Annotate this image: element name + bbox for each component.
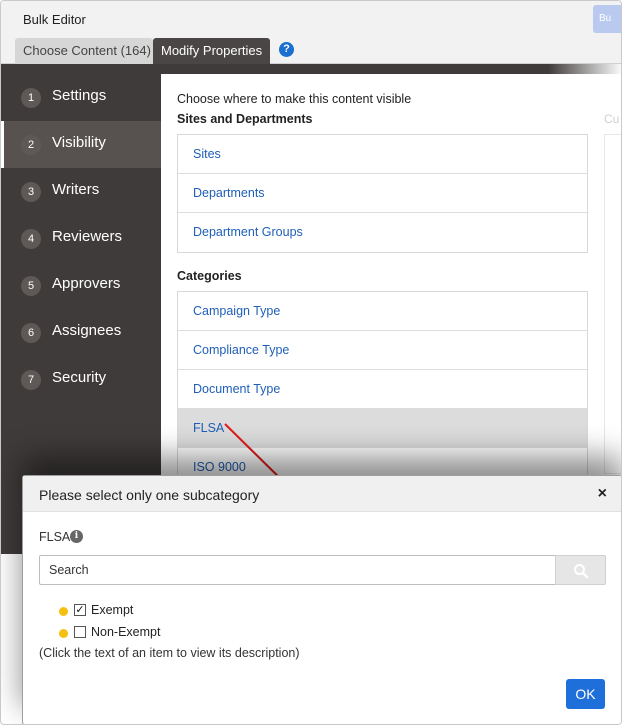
category-flsa[interactable]: FLSA [178,409,587,448]
tab-modify-properties[interactable]: Modify Properties [153,38,270,64]
visibility-panel: Choose where to make this content visibl… [161,74,621,474]
tab-choose-content[interactable]: Choose Content (164) [15,38,153,64]
sidebar-item-reviewers[interactable]: 4 Reviewers [1,215,161,262]
sidebar-item-visibility[interactable]: 2 Visibility [1,121,161,168]
exempt-label[interactable]: Exempt [91,603,133,617]
sidebar-item-assignees[interactable]: 6 Assignees [1,309,161,356]
search-button[interactable] [555,555,606,585]
hint-text: (Click the text of an item to view its d… [39,646,300,660]
sidebar-item-label: Approvers [52,275,121,292]
dialog-header: Please select only one subcategory × [23,476,621,512]
close-icon[interactable]: × [598,485,607,503]
sites-list: Sites Departments Department Groups [177,134,588,253]
ok-button[interactable]: OK [566,679,605,709]
corner-button[interactable]: Bu [593,5,621,33]
sidebar-item-label: Visibility [52,134,106,151]
window-title: Bulk Editor [23,12,86,27]
info-icon[interactable]: i [70,530,83,543]
title-bar: Bulk Editor Bu Choose Content (164) Modi… [1,1,621,64]
header-strip [1,64,621,74]
dialog-title: Please select only one subcategory [39,487,260,503]
step-number-badge: 7 [21,370,41,390]
sites-heading: Sites and Departments [177,112,313,126]
search-input[interactable] [39,555,556,585]
intro-text: Choose where to make this content visibl… [177,92,412,106]
status-dot [59,607,68,616]
category-campaign-type[interactable]: Campaign Type [178,292,587,331]
sites-link[interactable]: Sites [178,135,587,174]
step-number-badge: 1 [21,88,41,108]
sidebar-item-label: Writers [52,181,100,198]
categories-list: Campaign Type Compliance Type Document T… [177,291,588,474]
right-column-panel [604,134,621,474]
non-exempt-label[interactable]: Non-Exempt [91,625,160,639]
departments-link[interactable]: Departments [178,174,587,213]
sidebar-item-label: Assignees [52,322,122,339]
sidebar-item-security[interactable]: 7 Security [1,356,161,403]
sidebar-item-label: Settings [52,87,107,104]
search-icon [574,564,589,579]
department-groups-link[interactable]: Department Groups [178,213,587,252]
category-compliance-type[interactable]: Compliance Type [178,331,587,370]
right-column-label: Cu [604,112,620,126]
step-number-badge: 4 [21,229,41,249]
sidebar-item-settings[interactable]: 1 Settings [1,74,161,121]
category-iso-9000[interactable]: ISO 9000 [178,448,587,474]
exempt-checkbox[interactable]: ✓ [74,604,86,616]
field-label: FLSA [39,530,71,544]
sidebar-item-approvers[interactable]: 5 Approvers [1,262,161,309]
bulk-editor-window: Bulk Editor Bu Choose Content (164) Modi… [0,0,622,725]
sidebar-item-label: Security [52,369,107,386]
sidebar-item-writers[interactable]: 3 Writers [1,168,161,215]
status-dot [59,629,68,638]
help-icon[interactable]: ? [279,42,294,57]
step-number-badge: 2 [21,135,41,155]
subcategory-dialog: Please select only one subcategory × FLS… [22,475,621,724]
step-number-badge: 3 [21,182,41,202]
step-number-badge: 6 [21,323,41,343]
category-document-type[interactable]: Document Type [178,370,587,409]
step-number-badge: 5 [21,276,41,296]
non-exempt-checkbox[interactable] [74,626,86,638]
categories-heading: Categories [177,269,242,283]
sidebar-item-label: Reviewers [52,228,123,245]
